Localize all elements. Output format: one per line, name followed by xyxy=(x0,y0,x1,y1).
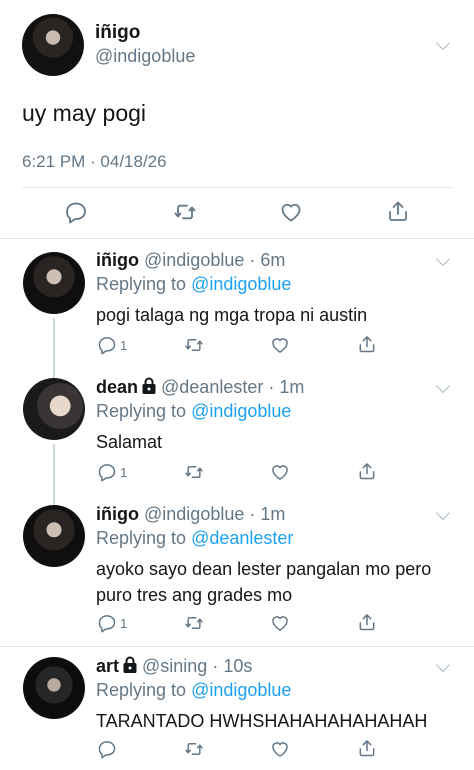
lock-icon xyxy=(122,656,138,674)
chevron-down-icon[interactable] xyxy=(435,35,451,51)
tweet-timestamp: 6:21 PM · 04/18/26 xyxy=(22,152,167,171)
reply-icon[interactable]: 1 xyxy=(97,462,127,482)
divider xyxy=(22,187,452,188)
author-name[interactable]: iñigo xyxy=(95,22,140,44)
reply-text: TARANTADO HWHSHAHAHAHAHAHAH xyxy=(96,711,428,731)
reply-count: 1 xyxy=(120,615,128,631)
reply-tweet[interactable]: dean @deanlester · 1m Replying to @indigo… xyxy=(0,366,474,493)
share-icon[interactable] xyxy=(357,738,377,758)
retweet-icon[interactable] xyxy=(183,335,205,355)
reply-count: 1 xyxy=(120,464,128,480)
author-name[interactable]: art xyxy=(96,656,119,676)
retweet-icon[interactable] xyxy=(183,462,205,482)
replying-to: Replying to @indigoblue xyxy=(96,274,291,295)
author-name[interactable]: iñigo xyxy=(96,504,139,524)
reply-tweet[interactable]: iñigo @indigoblue · 1m Replying to @dean… xyxy=(0,493,474,646)
retweet-icon[interactable] xyxy=(183,739,205,759)
chevron-down-icon[interactable] xyxy=(435,378,451,394)
share-icon[interactable] xyxy=(357,461,377,481)
reply-header: iñigo @indigoblue · 6m xyxy=(96,250,285,271)
author-name[interactable]: iñigo xyxy=(96,250,139,270)
avatar[interactable] xyxy=(22,14,84,76)
tweet-text: uy may pogi xyxy=(22,100,147,126)
thread-line xyxy=(53,444,55,493)
author-handle[interactable]: @indigoblue · 1m xyxy=(144,504,285,524)
replying-to-link[interactable]: @deanlester xyxy=(191,528,293,548)
like-icon[interactable] xyxy=(270,739,290,759)
reply-count: 1 xyxy=(120,337,128,353)
reply-tweet[interactable]: iñigo @indigoblue · 6m Replying to @indi… xyxy=(0,239,474,366)
retweet-icon[interactable] xyxy=(183,613,205,633)
retweet-icon[interactable] xyxy=(172,200,198,224)
author-handle[interactable]: @indigoblue xyxy=(95,46,195,67)
reply-icon[interactable]: 1 xyxy=(97,613,127,633)
like-icon[interactable] xyxy=(270,613,290,633)
replying-to-link[interactable]: @indigoblue xyxy=(191,274,291,294)
like-icon[interactable] xyxy=(270,335,290,355)
thread-line xyxy=(53,318,55,366)
reply-text: ayoko sayo dean lester pangalan mo pero … xyxy=(96,559,432,605)
like-icon[interactable] xyxy=(279,200,303,224)
reply-header: dean @deanlester · 1m xyxy=(96,377,304,398)
reply-text: Salamat xyxy=(96,432,163,452)
like-icon[interactable] xyxy=(270,462,290,482)
author-handle[interactable]: @sining · 10s xyxy=(142,656,252,676)
author-handle[interactable]: @deanlester · 1m xyxy=(161,377,304,397)
avatar[interactable] xyxy=(23,378,85,440)
reply-header: iñigo @indigoblue · 1m xyxy=(96,504,285,525)
avatar[interactable] xyxy=(23,505,85,567)
replying-label: Replying to xyxy=(96,401,187,421)
reply-icon[interactable] xyxy=(97,739,117,759)
reply-header: art @sining · 10s xyxy=(96,656,252,677)
reply-icon[interactable] xyxy=(64,200,88,224)
thread-line xyxy=(53,493,55,505)
lock-icon xyxy=(141,377,157,395)
chevron-down-icon[interactable] xyxy=(435,505,451,521)
avatar[interactable] xyxy=(23,252,85,314)
replying-to: Replying to @deanlester xyxy=(96,528,293,549)
replying-label: Replying to xyxy=(96,528,187,548)
author-handle[interactable]: @indigoblue · 6m xyxy=(144,250,285,270)
author-name[interactable]: dean xyxy=(96,377,138,397)
replying-to: Replying to @indigoblue xyxy=(96,401,291,422)
share-icon[interactable] xyxy=(357,612,377,632)
replying-to-link[interactable]: @indigoblue xyxy=(191,680,291,700)
main-tweet: iñigo @indigoblue uy may pogi 6:21 PM · … xyxy=(0,0,474,238)
replying-label: Replying to xyxy=(96,274,187,294)
reply-text: pogi talaga ng mga tropa ni austin xyxy=(96,305,368,325)
replying-to: Replying to @indigoblue xyxy=(96,680,291,701)
reply-icon[interactable]: 1 xyxy=(97,335,127,355)
reply-tweet[interactable]: art @sining · 10s Replying to @indigoblue… xyxy=(0,647,474,770)
chevron-down-icon[interactable] xyxy=(435,657,451,673)
chevron-down-icon[interactable] xyxy=(435,251,451,267)
thread-line xyxy=(53,366,55,378)
replying-label: Replying to xyxy=(96,680,187,700)
replying-to-link[interactable]: @indigoblue xyxy=(191,401,291,421)
share-icon[interactable] xyxy=(357,334,377,354)
share-icon[interactable] xyxy=(386,199,410,223)
avatar[interactable] xyxy=(23,657,85,719)
